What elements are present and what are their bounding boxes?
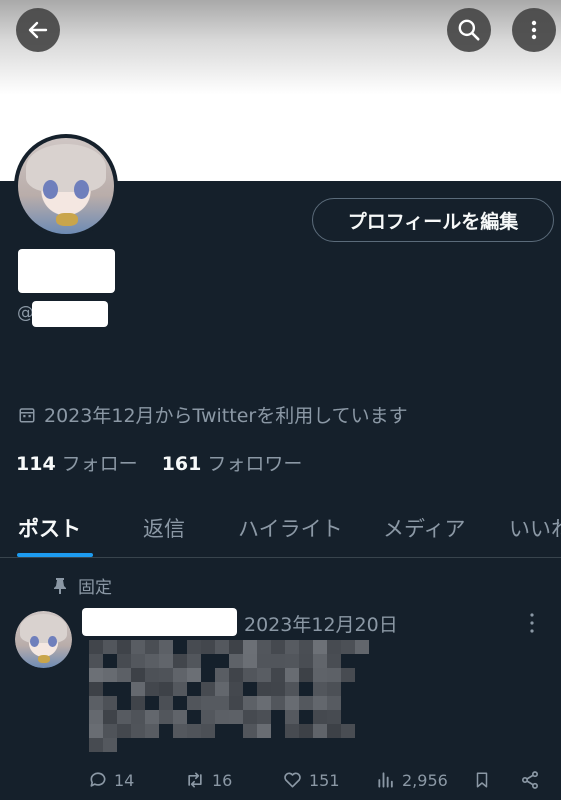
post-more-button[interactable] bbox=[528, 612, 536, 638]
post-author-redacted bbox=[82, 608, 237, 636]
post-avatar-image bbox=[15, 611, 72, 668]
followers-label: フォロワー bbox=[207, 453, 303, 475]
handle-redacted bbox=[32, 301, 108, 327]
following-link[interactable]: 114 フォロー bbox=[16, 449, 138, 476]
search-icon bbox=[458, 19, 480, 41]
views-chart-icon bbox=[378, 772, 393, 788]
share-icon bbox=[522, 771, 538, 789]
tab-posts[interactable]: ポスト bbox=[18, 513, 81, 543]
post-avatar[interactable] bbox=[15, 611, 72, 668]
post-text-pixelated bbox=[89, 640, 409, 752]
pinned-indicator: 固定 bbox=[52, 573, 112, 598]
tab-likes[interactable]: いいね bbox=[509, 513, 561, 543]
tab-media[interactable]: メディア bbox=[383, 513, 466, 543]
following-count: 114 bbox=[16, 453, 56, 475]
search-button[interactable] bbox=[447, 8, 491, 52]
more-options-button[interactable] bbox=[512, 8, 556, 52]
pinned-label: 固定 bbox=[78, 578, 112, 598]
avatar-image bbox=[18, 138, 114, 234]
reply-count: 14 bbox=[114, 770, 135, 790]
profile-tabs: ポスト 返信 ハイライト メディア いいね bbox=[0, 505, 561, 558]
following-label: フォロー bbox=[61, 453, 138, 475]
tab-highlights[interactable]: ハイライト bbox=[238, 513, 343, 543]
repost-button[interactable]: 16 bbox=[184, 770, 232, 790]
bookmark-icon bbox=[476, 772, 488, 788]
repost-count: 16 bbox=[212, 770, 233, 790]
followers-link[interactable]: 161 フォロワー bbox=[162, 449, 303, 476]
arrow-left-icon bbox=[28, 21, 48, 39]
repost-icon bbox=[188, 772, 202, 788]
tab-replies[interactable]: 返信 bbox=[143, 513, 185, 543]
followers-count: 161 bbox=[161, 453, 202, 475]
heart-icon bbox=[284, 772, 301, 788]
follow-stats: 114 フォロー 161 フォロワー bbox=[16, 449, 302, 476]
edit-profile-button[interactable]: プロフィールを編集 bbox=[312, 198, 554, 242]
share-button[interactable] bbox=[520, 770, 540, 790]
views-button[interactable]: 2,956 bbox=[376, 770, 448, 790]
active-tab-indicator bbox=[17, 553, 93, 557]
display-name-redacted bbox=[18, 249, 115, 293]
more-vertical-icon bbox=[531, 20, 537, 40]
joined-date-row: 2023年12月からTwitterを利用しています bbox=[18, 401, 408, 428]
views-count: 2,956 bbox=[402, 770, 448, 790]
pin-icon bbox=[54, 577, 66, 594]
like-count: 151 bbox=[309, 770, 340, 790]
reply-button[interactable]: 14 bbox=[88, 770, 134, 790]
reply-icon bbox=[90, 772, 106, 787]
more-vertical-icon bbox=[530, 613, 534, 633]
profile-avatar[interactable] bbox=[14, 134, 118, 238]
post-actions: 14 16 151 2,956 bbox=[0, 770, 561, 800]
like-button[interactable]: 151 bbox=[282, 770, 340, 790]
bookmark-button[interactable] bbox=[473, 770, 491, 790]
back-button[interactable] bbox=[16, 8, 60, 52]
post-date: 2023年12月20日 bbox=[244, 614, 398, 636]
joined-date-text: 2023年12月からTwitterを利用しています bbox=[44, 405, 408, 427]
calendar-icon bbox=[19, 407, 35, 422]
